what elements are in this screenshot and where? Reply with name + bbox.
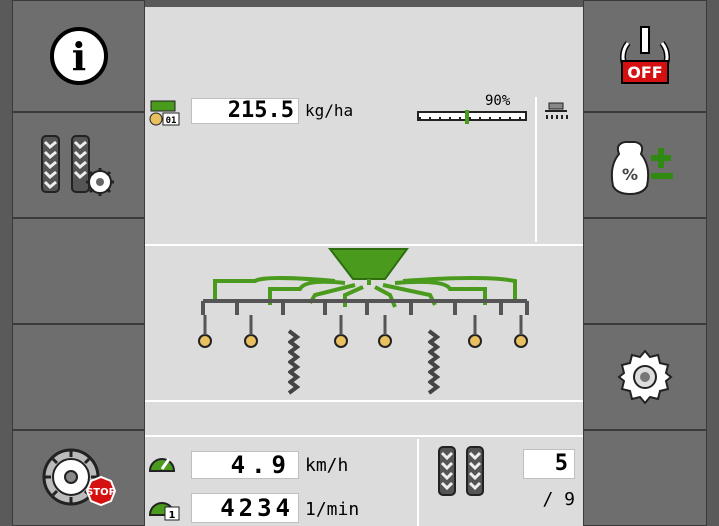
tyres-gear-icon <box>40 135 114 196</box>
divider-mid <box>145 400 583 402</box>
rpm-readout: 1 4234 1/min <box>145 487 415 525</box>
seed-drill-diagram <box>198 248 529 395</box>
tramline-total: / 9 <box>542 489 575 510</box>
vertical-divider <box>535 97 537 242</box>
spreader-icon <box>545 102 568 119</box>
speed-unit: km/h <box>305 455 349 476</box>
fill-level-gauge <box>417 110 527 124</box>
empty-softkey-r3[interactable] <box>583 218 707 324</box>
left-softkey-column: i STOP <box>12 0 145 526</box>
speed-value: 4.9 <box>191 451 299 479</box>
bottom-divider <box>417 439 419 526</box>
svg-text:1: 1 <box>169 510 176 521</box>
power-off-icon: OFF <box>620 26 670 84</box>
section-settings-button[interactable] <box>12 112 145 218</box>
empty-softkey-4[interactable] <box>12 324 145 430</box>
speedometer-icon <box>148 458 176 472</box>
rate-adjust-button[interactable]: % <box>583 112 707 218</box>
rate-unit: kg/ha <box>305 101 354 120</box>
tramline-tyres-icon <box>438 446 484 496</box>
wheel-stop-icon: STOP <box>42 448 116 507</box>
info-icon: i <box>49 27 108 85</box>
rpm-value: 4234 <box>191 493 299 523</box>
svg-text:STOP: STOP <box>86 487 116 498</box>
svg-text:%: % <box>622 165 638 184</box>
fill-level-label: 90% <box>485 93 511 109</box>
rpm-unit: 1/min <box>305 499 360 520</box>
product-hopper-icon: 01 <box>149 100 180 126</box>
hopper <box>327 248 409 280</box>
off-badge: OFF <box>627 63 662 82</box>
svg-text:i: i <box>71 34 85 79</box>
coulter-row <box>198 315 528 348</box>
divider-bottom <box>145 435 583 437</box>
rate-bar: 01 215.5 kg/ha 90% <box>145 93 583 129</box>
speed-readout: 4.9 km/h <box>145 447 415 481</box>
empty-softkey-r5[interactable] <box>583 430 707 526</box>
terminal-frame: i STOP OFF % 01 215.5 kg/ha 90% 4.9 km/h… <box>0 0 719 526</box>
gear-icon <box>617 349 673 405</box>
stop-wheel-button[interactable]: STOP <box>12 430 145 526</box>
settings-button[interactable] <box>583 324 707 430</box>
info-button[interactable]: i <box>12 0 145 112</box>
bag-percent-plusminus-icon: % <box>610 141 673 196</box>
power-off-button[interactable]: OFF <box>583 0 707 112</box>
fan-rpm-icon: 1 <box>148 502 180 521</box>
tramline-tracks <box>287 329 441 395</box>
svg-text:01: 01 <box>166 116 177 126</box>
empty-softkey-3[interactable] <box>12 218 145 324</box>
right-softkey-column: OFF % <box>583 0 707 526</box>
main-screen: 01 215.5 kg/ha 90% 4.9 km/h 1 4234 1/min… <box>145 7 583 526</box>
tramline-current: 5 <box>523 449 575 479</box>
rate-value: 215.5 <box>191 98 299 124</box>
